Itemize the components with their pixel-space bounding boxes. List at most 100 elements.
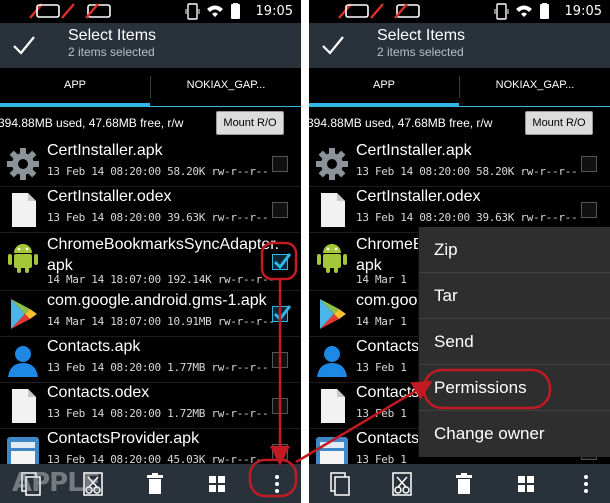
cut-icon[interactable] — [387, 469, 417, 499]
menu-item-zip[interactable]: Zip — [419, 227, 610, 273]
file-name: ChromeB apk — [356, 236, 424, 274]
file-meta: 13 Feb 1 — [356, 407, 407, 420]
checkbox[interactable] — [581, 202, 597, 218]
file-name: ContactsProvider.apk — [47, 430, 200, 447]
check-icon[interactable] — [12, 34, 36, 56]
android-icon — [317, 244, 347, 273]
overflow-menu-icon[interactable] — [262, 469, 292, 499]
select-all-icon[interactable] — [511, 469, 541, 499]
menu-item-permissions[interactable]: Permissions — [419, 365, 610, 411]
tab-bar: APP NOKIAX_GAP... — [309, 68, 610, 107]
file-row[interactable]: CertInstaller.odex 13 Feb 14 08:20:00 39.… — [0, 187, 301, 233]
storage-bar: 394.88MB used, 47.68MB free, r/w Mount R… — [309, 107, 610, 140]
file-name: Contacts — [356, 384, 420, 401]
screen-right: 19:05 Select Items 2 items selected APP … — [309, 0, 610, 503]
screen-left: 19:05 Select Items 2 items selected APP … — [0, 0, 301, 503]
file-name: CertInstaller.odex — [356, 188, 481, 205]
file-meta: 14 Mar 14 18:07:00 10.91MB rw-r--r-- — [47, 315, 275, 328]
checkbox[interactable] — [272, 352, 288, 368]
checkbox[interactable] — [581, 156, 597, 172]
signal-icons — [494, 3, 549, 20]
file-name: Contacts — [356, 430, 420, 447]
file-name: Contacts.apk — [47, 338, 141, 355]
watermark-logo: APPLE — [12, 468, 101, 498]
file-name: com.goo — [356, 292, 418, 309]
file-row[interactable]: Contacts.apk 13 Feb 14 08:20:00 1.77MB rw… — [0, 337, 301, 383]
tab-nokiax-gapps[interactable]: NOKIAX_GAP... — [151, 68, 301, 107]
tab-bar: APP NOKIAX_GAP... — [0, 68, 301, 107]
storage-info: 394.88MB used, 47.68MB free, r/w — [309, 116, 493, 130]
bottom-action-bar — [309, 464, 610, 503]
file-meta: 13 Feb 14 08:20:00 45.03K rw-r--r-- — [47, 453, 269, 464]
file-row[interactable]: ContactsProvider.apk 13 Feb 14 08:20:00 4… — [0, 429, 301, 464]
file-meta: 14 Mar 14 18:07:00 192.14K rw-r--r-- — [47, 273, 275, 286]
checkbox[interactable] — [272, 202, 288, 218]
selection-count: 2 items selected — [377, 45, 464, 59]
file-row[interactable]: com.google.android.gms-1.apk 14 Mar 14 18… — [0, 291, 301, 337]
checkbox[interactable] — [272, 156, 288, 172]
notification-icons — [29, 3, 111, 19]
mount-button[interactable]: Mount R/O — [216, 111, 284, 135]
android-icon — [8, 244, 38, 273]
checkbox-checked[interactable] — [272, 305, 292, 322]
checkbox[interactable] — [272, 444, 288, 460]
document-icon — [12, 193, 36, 227]
delete-icon[interactable] — [140, 469, 170, 499]
file-meta: 14 Mar 1 — [356, 315, 407, 328]
document-icon — [12, 389, 36, 423]
menu-item-tar[interactable]: Tar — [419, 273, 610, 319]
storage-bar: 394.88MB used, 47.68MB free, r/w Mount R… — [0, 107, 301, 140]
file-name: CertInstaller.apk — [47, 142, 163, 159]
play-store-icon — [11, 299, 37, 329]
file-meta: 13 Feb 1 — [356, 361, 407, 374]
delete-icon[interactable] — [449, 469, 479, 499]
checkmark-icon — [273, 253, 292, 270]
file-name: CertInstaller.apk — [356, 142, 472, 159]
file-row[interactable]: ChromeBookmarksSyncAdapter. apk 14 Mar 14 … — [0, 233, 301, 291]
action-bar: Select Items 2 items selected — [309, 23, 610, 68]
play-store-icon — [320, 299, 346, 329]
notification-icons — [338, 3, 420, 19]
file-name: Contacts — [356, 338, 420, 355]
contacts-provider-icon — [316, 437, 348, 464]
menu-item-change-owner[interactable]: Change owner — [419, 411, 610, 457]
tab-nokiax-gapps[interactable]: NOKIAX_GAP... — [460, 68, 610, 107]
file-meta: 13 Feb 14 08:20:00 39.63K rw-r--r-- — [47, 211, 269, 224]
checkbox[interactable] — [272, 398, 288, 414]
file-meta: 13 Feb 14 08:20:00 58.20K rw-r--r-- — [47, 165, 269, 178]
contact-icon — [317, 346, 347, 377]
document-icon — [321, 389, 345, 423]
file-meta: 13 Feb 14 08:20:00 39.63K rw-r--r-- — [356, 211, 578, 224]
checkmark-icon — [273, 305, 292, 322]
copy-icon[interactable] — [325, 469, 355, 499]
document-icon — [321, 193, 345, 227]
checkbox-checked[interactable] — [272, 253, 292, 270]
file-name: Contacts.odex — [47, 384, 150, 401]
menu-item-send[interactable]: Send — [419, 319, 610, 365]
file-row[interactable]: CertInstaller.apk 13 Feb 14 08:20:00 58.2… — [0, 141, 301, 187]
action-bar: Select Items 2 items selected — [0, 23, 301, 68]
tab-app[interactable]: APP — [0, 68, 150, 107]
contacts-provider-icon — [7, 437, 39, 464]
signal-icons — [185, 3, 240, 20]
overflow-menu-icon[interactable] — [571, 469, 601, 499]
file-row[interactable]: Contacts.odex 13 Feb 14 08:20:00 1.72MB r… — [0, 383, 301, 429]
file-name: ChromeBookmarksSyncAdapter. apk — [47, 236, 280, 274]
file-meta: 13 Feb 14 08:20:00 1.77MB rw-r--r-- — [47, 361, 269, 374]
file-list: CertInstaller.apk 13 Feb 14 08:20:00 58.2… — [0, 141, 301, 464]
selection-title: Select Items — [377, 27, 466, 44]
status-bar: 19:05 — [0, 0, 301, 23]
selection-count: 2 items selected — [68, 45, 155, 59]
tab-app[interactable]: APP — [309, 68, 459, 107]
gear-icon — [7, 148, 39, 180]
file-name: com.google.android.gms-1.apk — [47, 292, 267, 309]
file-meta: 13 Feb 14 08:20:00 58.20K rw-r--r-- — [356, 165, 578, 178]
file-row[interactable]: CertInstaller.apk 13 Feb 14 08:20:00 58.2… — [309, 141, 610, 187]
file-meta: 14 Mar 1 — [356, 273, 407, 286]
mount-button[interactable]: Mount R/O — [525, 111, 593, 135]
selection-title: Select Items — [68, 27, 157, 44]
check-icon[interactable] — [321, 34, 345, 56]
file-meta: 13 Feb 1 — [356, 453, 407, 464]
file-meta: 13 Feb 14 08:20:00 1.72MB rw-r--r-- — [47, 407, 269, 420]
select-all-icon[interactable] — [202, 469, 232, 499]
